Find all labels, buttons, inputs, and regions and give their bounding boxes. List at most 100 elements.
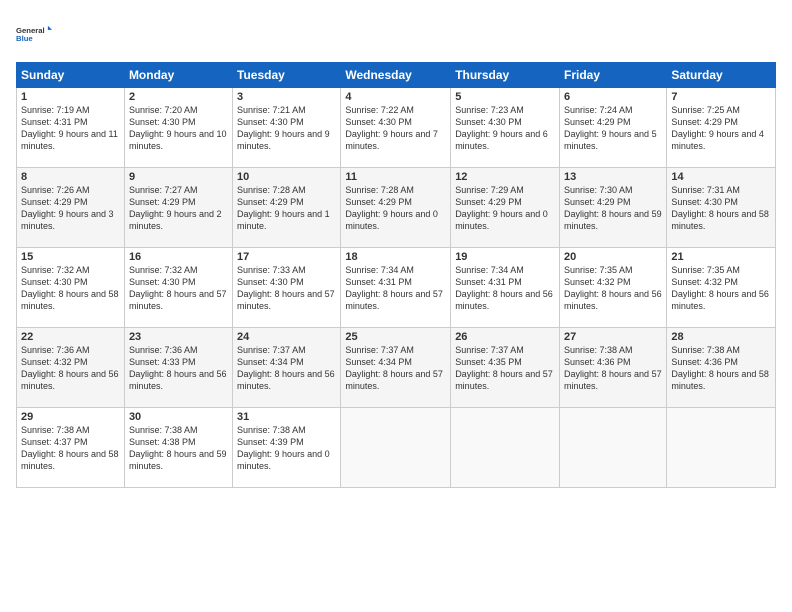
header-friday: Friday — [560, 63, 667, 88]
day-info: Sunrise: 7:36 AM Sunset: 4:33 PM Dayligh… — [129, 344, 228, 393]
day-cell: 17 Sunrise: 7:33 AM Sunset: 4:30 PM Dayl… — [233, 248, 341, 328]
day-number: 23 — [129, 331, 228, 343]
header-thursday: Thursday — [451, 63, 560, 88]
day-number: 11 — [345, 171, 446, 183]
header-wednesday: Wednesday — [341, 63, 451, 88]
day-info: Sunrise: 7:24 AM Sunset: 4:29 PM Dayligh… — [564, 104, 662, 153]
header: General Blue — [16, 16, 776, 52]
day-info: Sunrise: 7:36 AM Sunset: 4:32 PM Dayligh… — [21, 344, 120, 393]
day-info: Sunrise: 7:20 AM Sunset: 4:30 PM Dayligh… — [129, 104, 228, 153]
day-cell: 6 Sunrise: 7:24 AM Sunset: 4:29 PM Dayli… — [560, 88, 667, 168]
day-info: Sunrise: 7:38 AM Sunset: 4:39 PM Dayligh… — [237, 424, 336, 473]
day-number: 24 — [237, 331, 336, 343]
day-number: 15 — [21, 251, 120, 263]
day-info: Sunrise: 7:38 AM Sunset: 4:37 PM Dayligh… — [21, 424, 120, 473]
week-row-4: 22 Sunrise: 7:36 AM Sunset: 4:32 PM Dayl… — [17, 328, 776, 408]
day-number: 31 — [237, 411, 336, 423]
day-cell — [341, 408, 451, 488]
day-number: 16 — [129, 251, 228, 263]
day-number: 2 — [129, 91, 228, 103]
day-cell — [560, 408, 667, 488]
header-sunday: Sunday — [17, 63, 125, 88]
day-info: Sunrise: 7:19 AM Sunset: 4:31 PM Dayligh… — [21, 104, 120, 153]
day-number: 1 — [21, 91, 120, 103]
day-info: Sunrise: 7:37 AM Sunset: 4:34 PM Dayligh… — [345, 344, 446, 393]
day-info: Sunrise: 7:30 AM Sunset: 4:29 PM Dayligh… — [564, 184, 662, 233]
day-number: 21 — [671, 251, 771, 263]
calendar: SundayMondayTuesdayWednesdayThursdayFrid… — [16, 62, 776, 488]
day-number: 29 — [21, 411, 120, 423]
day-cell: 13 Sunrise: 7:30 AM Sunset: 4:29 PM Dayl… — [560, 168, 667, 248]
day-cell: 22 Sunrise: 7:36 AM Sunset: 4:32 PM Dayl… — [17, 328, 125, 408]
day-number: 22 — [21, 331, 120, 343]
day-cell: 2 Sunrise: 7:20 AM Sunset: 4:30 PM Dayli… — [124, 88, 232, 168]
day-cell: 10 Sunrise: 7:28 AM Sunset: 4:29 PM Dayl… — [233, 168, 341, 248]
day-info: Sunrise: 7:37 AM Sunset: 4:34 PM Dayligh… — [237, 344, 336, 393]
day-info: Sunrise: 7:35 AM Sunset: 4:32 PM Dayligh… — [564, 264, 662, 313]
day-info: Sunrise: 7:23 AM Sunset: 4:30 PM Dayligh… — [455, 104, 555, 153]
day-info: Sunrise: 7:26 AM Sunset: 4:29 PM Dayligh… — [21, 184, 120, 233]
day-number: 25 — [345, 331, 446, 343]
day-cell: 25 Sunrise: 7:37 AM Sunset: 4:34 PM Dayl… — [341, 328, 451, 408]
day-cell: 11 Sunrise: 7:28 AM Sunset: 4:29 PM Dayl… — [341, 168, 451, 248]
day-number: 6 — [564, 91, 662, 103]
header-tuesday: Tuesday — [233, 63, 341, 88]
day-cell: 15 Sunrise: 7:32 AM Sunset: 4:30 PM Dayl… — [17, 248, 125, 328]
logo-svg: General Blue — [16, 16, 52, 52]
day-cell: 24 Sunrise: 7:37 AM Sunset: 4:34 PM Dayl… — [233, 328, 341, 408]
day-info: Sunrise: 7:21 AM Sunset: 4:30 PM Dayligh… — [237, 104, 336, 153]
week-row-3: 15 Sunrise: 7:32 AM Sunset: 4:30 PM Dayl… — [17, 248, 776, 328]
week-row-1: 1 Sunrise: 7:19 AM Sunset: 4:31 PM Dayli… — [17, 88, 776, 168]
svg-text:Blue: Blue — [16, 34, 33, 43]
day-number: 7 — [671, 91, 771, 103]
day-cell: 12 Sunrise: 7:29 AM Sunset: 4:29 PM Dayl… — [451, 168, 560, 248]
day-cell: 3 Sunrise: 7:21 AM Sunset: 4:30 PM Dayli… — [233, 88, 341, 168]
day-number: 3 — [237, 91, 336, 103]
day-cell: 14 Sunrise: 7:31 AM Sunset: 4:30 PM Dayl… — [667, 168, 776, 248]
day-number: 8 — [21, 171, 120, 183]
header-row: SundayMondayTuesdayWednesdayThursdayFrid… — [17, 63, 776, 88]
day-info: Sunrise: 7:32 AM Sunset: 4:30 PM Dayligh… — [129, 264, 228, 313]
day-number: 4 — [345, 91, 446, 103]
day-number: 27 — [564, 331, 662, 343]
day-info: Sunrise: 7:29 AM Sunset: 4:29 PM Dayligh… — [455, 184, 555, 233]
svg-text:General: General — [16, 26, 45, 35]
day-number: 28 — [671, 331, 771, 343]
day-info: Sunrise: 7:31 AM Sunset: 4:30 PM Dayligh… — [671, 184, 771, 233]
day-number: 17 — [237, 251, 336, 263]
day-cell: 28 Sunrise: 7:38 AM Sunset: 4:36 PM Dayl… — [667, 328, 776, 408]
day-info: Sunrise: 7:25 AM Sunset: 4:29 PM Dayligh… — [671, 104, 771, 153]
day-cell: 26 Sunrise: 7:37 AM Sunset: 4:35 PM Dayl… — [451, 328, 560, 408]
day-cell — [451, 408, 560, 488]
day-number: 9 — [129, 171, 228, 183]
day-cell — [667, 408, 776, 488]
day-info: Sunrise: 7:38 AM Sunset: 4:36 PM Dayligh… — [564, 344, 662, 393]
day-info: Sunrise: 7:37 AM Sunset: 4:35 PM Dayligh… — [455, 344, 555, 393]
day-info: Sunrise: 7:35 AM Sunset: 4:32 PM Dayligh… — [671, 264, 771, 313]
day-info: Sunrise: 7:28 AM Sunset: 4:29 PM Dayligh… — [237, 184, 336, 233]
day-info: Sunrise: 7:32 AM Sunset: 4:30 PM Dayligh… — [21, 264, 120, 313]
day-cell: 7 Sunrise: 7:25 AM Sunset: 4:29 PM Dayli… — [667, 88, 776, 168]
day-cell: 19 Sunrise: 7:34 AM Sunset: 4:31 PM Dayl… — [451, 248, 560, 328]
day-info: Sunrise: 7:28 AM Sunset: 4:29 PM Dayligh… — [345, 184, 446, 233]
day-info: Sunrise: 7:22 AM Sunset: 4:30 PM Dayligh… — [345, 104, 446, 153]
day-number: 12 — [455, 171, 555, 183]
day-cell: 18 Sunrise: 7:34 AM Sunset: 4:31 PM Dayl… — [341, 248, 451, 328]
day-info: Sunrise: 7:34 AM Sunset: 4:31 PM Dayligh… — [345, 264, 446, 313]
day-cell: 31 Sunrise: 7:38 AM Sunset: 4:39 PM Dayl… — [233, 408, 341, 488]
day-number: 30 — [129, 411, 228, 423]
day-cell: 4 Sunrise: 7:22 AM Sunset: 4:30 PM Dayli… — [341, 88, 451, 168]
day-number: 5 — [455, 91, 555, 103]
day-cell: 29 Sunrise: 7:38 AM Sunset: 4:37 PM Dayl… — [17, 408, 125, 488]
day-cell: 1 Sunrise: 7:19 AM Sunset: 4:31 PM Dayli… — [17, 88, 125, 168]
page: General Blue SundayMondayTuesdayWednesda… — [0, 0, 792, 612]
day-info: Sunrise: 7:34 AM Sunset: 4:31 PM Dayligh… — [455, 264, 555, 313]
day-number: 19 — [455, 251, 555, 263]
day-info: Sunrise: 7:38 AM Sunset: 4:36 PM Dayligh… — [671, 344, 771, 393]
day-cell: 21 Sunrise: 7:35 AM Sunset: 4:32 PM Dayl… — [667, 248, 776, 328]
day-number: 14 — [671, 171, 771, 183]
logo: General Blue — [16, 16, 52, 52]
day-cell: 23 Sunrise: 7:36 AM Sunset: 4:33 PM Dayl… — [124, 328, 232, 408]
week-row-5: 29 Sunrise: 7:38 AM Sunset: 4:37 PM Dayl… — [17, 408, 776, 488]
day-number: 20 — [564, 251, 662, 263]
